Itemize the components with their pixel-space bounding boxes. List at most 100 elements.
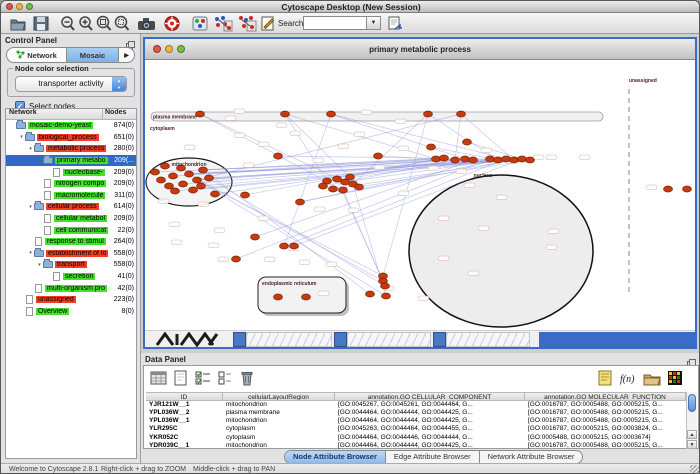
table-row[interactable]: YJR121W__1mitochondrion[GO:0045267, GO:0… <box>146 401 686 409</box>
scroll-up-arrow[interactable]: ▲ <box>687 430 697 439</box>
network-node[interactable] <box>274 153 283 159</box>
tree-item[interactable]: nucleobase-209(0) <box>6 166 136 178</box>
network-node[interactable] <box>440 155 449 161</box>
network-node[interactable] <box>381 283 390 289</box>
network-node[interactable] <box>274 294 283 300</box>
window-resize-grip[interactable] <box>690 465 700 474</box>
delete-attribute-trash-icon[interactable] <box>238 369 256 387</box>
network-node[interactable] <box>211 191 220 197</box>
network-view-titlebar[interactable]: primary metabolic process <box>145 39 695 60</box>
background-window-fragment[interactable] <box>334 332 347 347</box>
network-node[interactable] <box>280 243 289 249</box>
expand-arrow[interactable]: ▾ <box>18 134 25 140</box>
network-node[interactable] <box>171 188 180 194</box>
background-window-fragment[interactable] <box>433 332 446 347</box>
network-node[interactable] <box>494 157 503 163</box>
zoom-selected-icon[interactable] <box>113 15 131 32</box>
network-edge[interactable] <box>285 114 327 181</box>
expand-arrow[interactable]: ▾ <box>36 262 43 268</box>
tree-item[interactable]: nitrogen compo209(0) <box>6 178 136 190</box>
expand-arrow[interactable]: ▾ <box>36 158 43 164</box>
network-node[interactable] <box>157 177 166 183</box>
tree-item[interactable]: Overview8(0) <box>6 306 136 318</box>
table-row[interactable]: YDR039C__1mitochondrion[GO:0044464, GO:0… <box>146 442 686 450</box>
network-node[interactable] <box>339 187 348 193</box>
table-row[interactable]: YKR052Ccytoplasm[GO:0044464, GO:0044446,… <box>146 434 686 442</box>
plugin-manager-icon[interactable] <box>191 15 209 32</box>
background-window-fragment[interactable] <box>153 332 227 347</box>
network-node[interactable] <box>197 183 206 189</box>
network-node[interactable] <box>193 177 202 183</box>
network-node[interactable] <box>664 186 673 192</box>
tree-item[interactable]: ▾cellular process614(0) <box>6 201 136 213</box>
network-node[interactable] <box>251 234 260 240</box>
tree-item[interactable]: cell communicat22(0) <box>6 224 136 236</box>
tree-item[interactable]: mosaic-demo-yeast874(0) <box>6 120 136 132</box>
network-node[interactable] <box>374 153 383 159</box>
network-node[interactable] <box>185 171 194 177</box>
tab-mosaic[interactable]: Mosaic <box>66 48 119 62</box>
tab-network[interactable]: Network <box>7 48 66 62</box>
network-edge[interactable] <box>467 142 522 159</box>
attr-tab-edge[interactable]: Edge Attribute Browser <box>386 451 480 463</box>
network-node[interactable] <box>518 156 527 162</box>
new-attribute-icon[interactable] <box>172 369 190 387</box>
node-color-dropdown[interactable]: transporter activity ▲▼ <box>15 76 127 92</box>
network-node[interactable] <box>151 169 160 175</box>
column-header[interactable]: annotation.GO MOLECULAR_FUNCTION <box>525 392 686 401</box>
search-dropdown-arrow[interactable]: ▼ <box>367 16 381 30</box>
background-window-fragment[interactable] <box>539 332 695 347</box>
help-lifesaver-icon[interactable] <box>163 15 181 32</box>
network-node[interactable] <box>241 192 250 198</box>
background-window-fragment[interactable] <box>347 332 431 347</box>
network-node[interactable] <box>526 157 535 163</box>
tree-item[interactable]: macromolecule311(0) <box>6 190 136 202</box>
select-attributes-icon[interactable] <box>150 369 168 387</box>
network-node[interactable] <box>683 186 692 192</box>
network-node[interactable] <box>205 175 214 181</box>
column-header[interactable]: annotation.GO CELLULAR_COMPONENT <box>335 392 525 401</box>
formula-icon[interactable]: f(n) <box>618 369 636 387</box>
table-row[interactable]: YPL036W__1mitochondrion[GO:0044464, GO:0… <box>146 417 686 425</box>
tab-overflow-arrow[interactable]: ▶ <box>119 48 134 62</box>
tree-item[interactable]: multi-organism pro42(0) <box>6 282 136 294</box>
network-node[interactable] <box>355 184 364 190</box>
network-node[interactable] <box>189 187 198 193</box>
network-node[interactable] <box>427 144 436 150</box>
network-node[interactable] <box>457 111 466 117</box>
network-node[interactable] <box>486 156 495 162</box>
network-canvas[interactable]: plasma membranecytoplasmmitochondrionnuc… <box>145 60 695 330</box>
window-titlebar[interactable]: Cytoscape Desktop (New Session) <box>1 1 700 13</box>
frame-zoom-button[interactable] <box>177 45 185 53</box>
tree-item[interactable]: ▾establishment of lo558(0) <box>6 248 136 260</box>
network-view-window[interactable]: primary metabolic process plasma membran… <box>143 37 697 349</box>
network-node[interactable] <box>461 156 470 162</box>
tree-item[interactable]: secretion41(0) <box>6 271 136 283</box>
open-file-button[interactable] <box>9 15 27 32</box>
network-node[interactable] <box>281 111 290 117</box>
network-node[interactable] <box>327 111 336 117</box>
tree-item[interactable]: ▾biological_process651(0) <box>6 132 136 144</box>
background-window-fragment[interactable] <box>246 332 332 347</box>
network-node[interactable] <box>346 174 355 180</box>
zoom-in-icon[interactable] <box>77 15 95 32</box>
tree-item[interactable]: response to stimul264(0) <box>6 236 136 248</box>
background-window-fragment[interactable] <box>233 332 246 347</box>
expand-arrow[interactable]: ▾ <box>27 146 34 152</box>
network-node[interactable] <box>169 173 178 179</box>
network-edge[interactable] <box>353 114 428 184</box>
network-node[interactable] <box>232 256 241 262</box>
scroll-down-arrow[interactable]: ▼ <box>687 440 697 449</box>
save-button[interactable] <box>32 15 50 32</box>
network-node[interactable] <box>302 294 311 300</box>
network-node[interactable] <box>432 156 441 162</box>
network-node[interactable] <box>329 186 338 192</box>
frame-close-button[interactable] <box>153 45 161 53</box>
expand-arrow[interactable]: ▾ <box>27 204 34 210</box>
background-window-fragment[interactable] <box>446 332 530 347</box>
search-index-icon[interactable] <box>387 15 405 32</box>
network-node[interactable] <box>161 163 170 169</box>
network-edge[interactable] <box>197 114 461 180</box>
frame-minimize-button[interactable] <box>165 45 173 53</box>
zoom-out-icon[interactable] <box>59 15 77 32</box>
